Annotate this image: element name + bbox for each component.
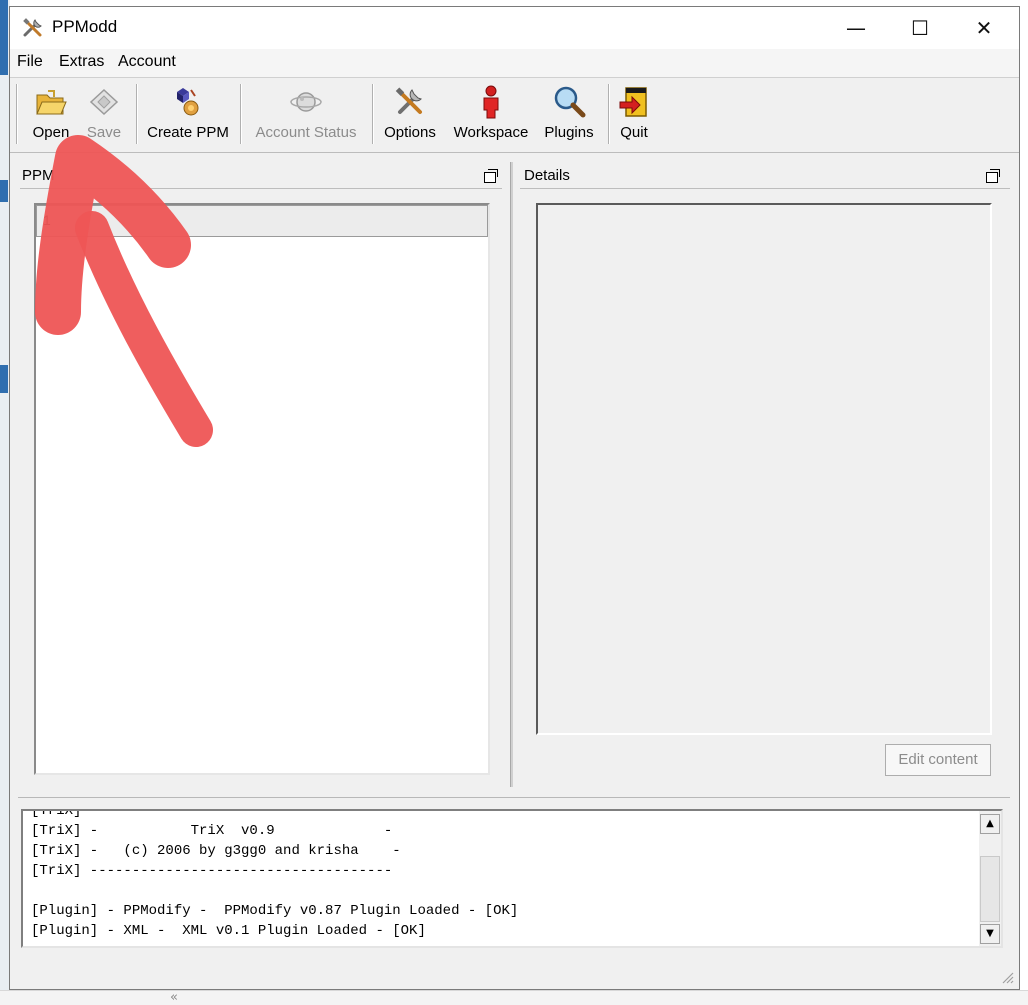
window-title: PPModd [52, 17, 118, 36]
scroll-up-arrow-icon[interactable]: ▲ [980, 814, 1000, 834]
menu-account[interactable]: Account [118, 53, 176, 71]
save-button[interactable]: Save [82, 84, 126, 146]
details-panel-title: Details [524, 167, 570, 184]
save-label: Save [86, 124, 122, 141]
tree-column-header[interactable]: 1 [36, 205, 488, 237]
minimize-button[interactable]: — [828, 7, 884, 49]
folder-open-icon [28, 84, 74, 120]
tools-icon [380, 84, 440, 120]
log-line: [TriX] ---------------------------------… [31, 809, 393, 819]
details-content-area[interactable] [536, 203, 992, 735]
account-status-button[interactable]: Account Status [250, 84, 362, 146]
toolbar-separator [136, 84, 138, 144]
toolbar: Open Save Create PPM Account Status Opti… [10, 78, 1019, 153]
scroll-down-arrow-icon[interactable]: ▼ [980, 924, 1000, 944]
ppm-panel-undock-icon[interactable] [484, 169, 498, 183]
create-ppm-icon [146, 84, 230, 120]
scroll-thumb[interactable] [980, 856, 1000, 922]
log-lines: [TriX] ---------------------------------… [31, 809, 971, 941]
menu-bar: File Extras Account [10, 49, 1019, 78]
workspace-label: Workspace [453, 124, 529, 141]
panel-header-divider [520, 188, 1010, 189]
open-button[interactable]: Open [28, 84, 74, 146]
toolbar-separator [372, 84, 374, 144]
toolbar-separator [608, 84, 610, 144]
ppm-tree-view[interactable]: 1 [34, 203, 490, 775]
magnifier-icon [540, 84, 598, 120]
desktop-window-edge [0, 365, 8, 393]
plugins-button[interactable]: Plugins [540, 84, 598, 146]
panel-splitter[interactable] [510, 162, 513, 787]
log-line: [TriX] - TriX v0.9 - [31, 823, 393, 839]
title-bar[interactable]: PPModd — ☐ ✕ [10, 7, 1019, 49]
app-window: PPModd — ☐ ✕ File Extras Account Open Sa… [9, 6, 1020, 990]
log-line: [Plugin] - XML - XML v0.1 Plugin Loaded … [31, 923, 426, 939]
plugins-label: Plugins [544, 124, 594, 141]
options-button[interactable]: Options [380, 84, 440, 146]
account-status-label: Account Status [255, 124, 357, 141]
log-divider [18, 797, 1010, 798]
menu-file[interactable]: File [17, 53, 43, 71]
quit-button[interactable]: Quit [614, 84, 654, 146]
panel-header-divider [20, 188, 502, 189]
create-ppm-label: Create PPM [147, 124, 229, 141]
quit-label: Quit [620, 124, 648, 141]
save-disk-icon [82, 84, 126, 120]
desktop-bottom-text: « [170, 990, 178, 1005]
workspace-button[interactable]: Workspace [450, 84, 532, 146]
details-panel-undock-icon[interactable] [986, 169, 1000, 183]
ppm-panel-title: PPM [22, 167, 55, 184]
desktop-bottom-bar [0, 990, 1028, 1005]
options-label: Options [384, 124, 436, 141]
log-line: [TriX] - (c) 2006 by g3gg0 and krisha - [31, 843, 401, 859]
menu-extras[interactable]: Extras [59, 53, 104, 71]
log-line: [Plugin] - PPModify - PPModify v0.87 Plu… [31, 903, 519, 919]
maximize-button[interactable]: ☐ [892, 7, 948, 49]
toolbar-separator [240, 84, 242, 144]
workspace-person-icon [450, 84, 532, 120]
account-status-icon [250, 84, 362, 120]
exit-door-icon [614, 84, 654, 120]
toolbar-grip [16, 84, 18, 144]
app-tools-icon [21, 16, 45, 40]
log-line: [TriX] ---------------------------------… [31, 863, 393, 879]
desktop-window-edge [0, 180, 8, 202]
log-console[interactable]: [TriX] ---------------------------------… [21, 809, 1003, 948]
open-label: Open [32, 124, 70, 141]
edit-content-button[interactable]: Edit content [885, 744, 991, 776]
log-scrollbar[interactable]: ▲ ▼ [979, 811, 1001, 946]
resize-grip-icon[interactable] [1000, 969, 1014, 984]
create-ppm-button[interactable]: Create PPM [146, 84, 230, 146]
desktop-window-edge [0, 0, 8, 75]
close-button[interactable]: ✕ [956, 7, 1012, 49]
